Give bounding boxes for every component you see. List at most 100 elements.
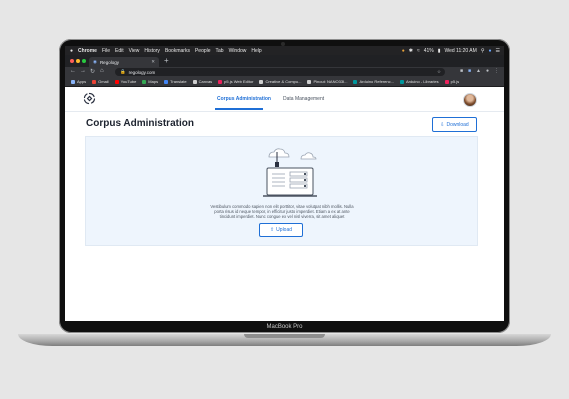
bookmark-item[interactable]: p5.js [444,79,460,84]
extension-icon-3[interactable]: ▲ [476,68,481,74]
device-label: MacBook Pro [266,324,303,330]
bookmark-item[interactable]: Arduino Referenc... [353,79,394,84]
bookmark-item[interactable]: Arduino - Libraries [399,79,439,84]
bookmark-item[interactable]: Gmail [92,79,109,84]
menu-edit[interactable]: Edit [115,48,124,54]
reload-icon[interactable]: ↻ [90,68,95,75]
upload-button[interactable]: ⇧ Upload [259,223,303,237]
active-tab-indicator [215,108,263,110]
download-button[interactable]: ⇩ Download [432,117,477,132]
bookmark-favicon-icon [259,79,264,84]
laptop-screen: ● Chrome File Edit View History Bookmark… [65,46,504,321]
upload-label: Upload [276,227,293,233]
bookmark-label: Arduino - Libraries [405,79,439,84]
upload-illustration [263,148,317,197]
regology-logo-icon[interactable] [83,92,96,105]
bookmark-favicon-icon [92,79,97,84]
menu-file[interactable]: File [102,48,110,54]
minimize-window-button[interactable] [76,59,80,63]
menu-help[interactable]: Help [251,48,261,54]
bookmark-label: Gmail [98,79,109,84]
bluetooth-icon[interactable]: ✱ [409,48,413,54]
bookmark-label: p5.js [450,79,460,84]
extension-icon-2[interactable]: ■ [468,68,471,74]
menu-window[interactable]: Window [229,48,247,54]
menu-people[interactable]: People [195,48,211,54]
siri-icon[interactable]: ● [488,48,491,54]
spotlight-search-icon[interactable]: ⚲ [481,48,485,54]
tab-favicon-icon: ◉ [93,59,97,64]
bookmark-favicon-icon [192,79,197,84]
home-icon[interactable]: ⌂ [100,68,104,74]
bookmark-item[interactable]: Canvas [192,79,213,84]
back-arrow-icon[interactable]: ← [70,68,76,74]
apple-menu-icon[interactable]: ● [70,48,73,54]
zoom-window-button[interactable] [82,59,86,63]
page-title: Corpus Administration [86,118,194,129]
profile-icon[interactable]: ● [486,68,489,74]
url-text[interactable]: regology.com [129,70,156,75]
menu-view[interactable]: View [129,48,140,54]
menu-tab[interactable]: Tab [216,48,224,54]
download-icon: ⇩ [440,121,445,128]
bookmark-favicon-icon [353,79,358,84]
browser-toolbar: ← → ↻ ⌂ 🔒 regology.com ☆ ■ ■ ▲ ● ⋮ [65,67,504,77]
upload-panel: Vestibulum commodo sapien non elit portt… [85,136,478,246]
tab-corpus-administration[interactable]: Corpus Administration [217,96,271,102]
bookmark-favicon-icon [444,79,449,84]
bookmark-item[interactable]: Maps [142,79,158,84]
bookmark-favicon-icon [142,79,147,84]
laptop-notch [244,334,325,338]
download-label: Download [446,121,469,128]
bookmark-label: YouTube [120,79,137,84]
bookmark-favicon-icon [218,79,223,84]
tab-title: Regology [99,59,119,65]
bookmark-item[interactable]: Pinout: NANO33I... [307,79,347,84]
macos-menu-bar: ● Chrome File Edit View History Bookmark… [65,46,504,55]
bookmark-item[interactable]: Apps [71,79,86,84]
browser-tab-strip: ◉ Regology ✕ + [65,55,504,67]
status-app-icon[interactable]: ● [402,48,405,54]
bookmark-label: Pinout: NANO33I... [313,79,348,84]
wifi-icon[interactable]: ≈ [417,48,420,54]
battery-percent: 41% [423,47,434,54]
tab-close-icon[interactable]: ✕ [151,59,155,65]
user-avatar[interactable] [463,93,477,107]
bookmark-label: Apps [77,79,87,84]
bookmark-label: Arduino Referenc... [359,79,394,84]
extension-icon-1[interactable]: ■ [460,68,463,74]
bookmark-label: Maps [148,79,159,84]
bookmark-item[interactable]: YouTube [114,79,137,84]
bookmark-star-icon[interactable]: ☆ [437,69,441,75]
bookmark-favicon-icon [114,79,119,84]
battery-icon[interactable]: ▮ [438,48,441,54]
menu-bookmarks[interactable]: Bookmarks [165,48,190,54]
bookmark-label: Translate [170,79,187,84]
tab-data-management[interactable]: Data Management [283,96,324,102]
app-header: Corpus Administration Data Management [65,87,504,112]
menu-kebab-icon[interactable]: ⋮ [494,68,499,74]
bookmark-label: Canvas [198,79,213,84]
bookmark-favicon-icon [307,79,312,84]
menu-chrome[interactable]: Chrome [78,48,97,54]
address-bar[interactable]: 🔒 regology.com ☆ [115,68,445,76]
upload-icon: ⇧ [269,227,275,233]
lock-icon: 🔒 [120,69,126,74]
bookmark-item[interactable]: p5.js Web Editor [218,79,253,84]
browser-tab[interactable]: ◉ Regology ✕ [89,57,159,67]
control-list-icon[interactable]: ☰ [496,48,500,54]
upload-description: Vestibulum commodo sapien non elit portt… [210,204,354,219]
menu-history[interactable]: History [144,48,160,54]
bookmark-item[interactable]: Creative & Compu... [259,79,301,84]
bookmark-favicon-icon [71,79,75,84]
bookmark-item[interactable]: Translate [164,79,187,84]
bookmark-favicon-icon [164,79,169,84]
forward-arrow-icon[interactable]: → [80,68,86,74]
new-tab-button[interactable]: + [164,56,169,65]
clock[interactable]: Wed 11:20 AM [444,48,476,54]
close-window-button[interactable] [70,59,74,63]
bookmark-label: Creative & Compu... [265,79,302,84]
bookmark-favicon-icon [399,79,404,84]
bookmarks-bar: Apps Gmail YouTube Maps Translate Canvas p5.js… [65,77,504,87]
bookmark-label: p5.js Web Editor [224,79,254,84]
